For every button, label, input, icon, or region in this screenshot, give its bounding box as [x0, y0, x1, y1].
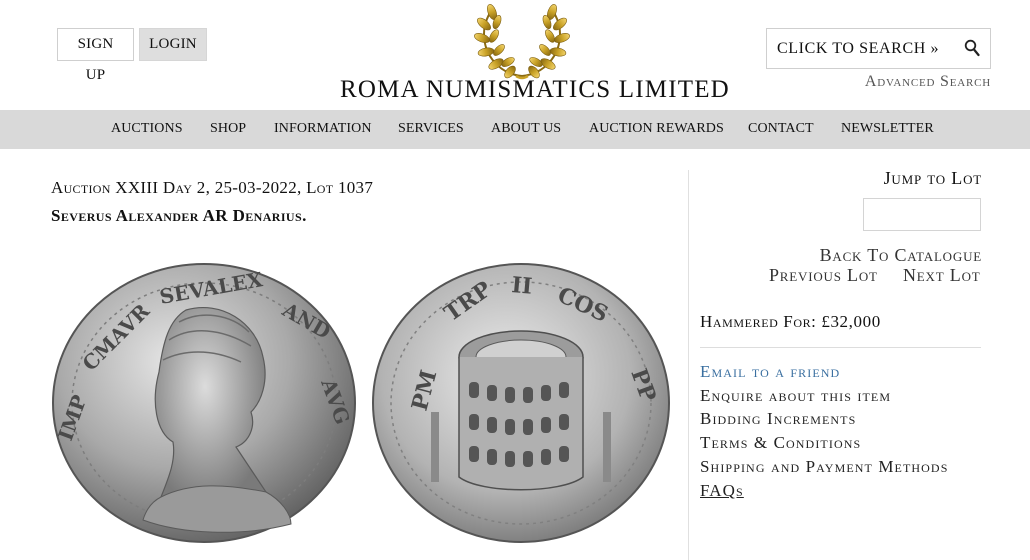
coin-reverse-image[interactable]: PM TRP II COS PP	[371, 262, 671, 544]
sidebar-divider	[700, 347, 981, 348]
site-logo-text[interactable]: ROMA NUMISMATICS LIMITED	[340, 76, 729, 104]
nav-item-newsletter[interactable]: NEWSLETTER	[841, 121, 934, 137]
lot-name: Severus Alexander AR Denarius.	[51, 206, 307, 225]
nav-item-information[interactable]: INFORMATION	[274, 121, 372, 137]
back-to-catalogue-link[interactable]: Back To Catalogue	[760, 245, 982, 266]
coin-obverse-image[interactable]: IMP CMAVR SEVALEX AND AVG	[51, 262, 357, 544]
svg-text:II: II	[510, 272, 533, 300]
lot-title: Auction XXIII Day 2, 25-03-2022, Lot 103…	[51, 178, 374, 197]
jump-to-lot-label: Jump to Lot	[883, 168, 982, 188]
search-icon	[964, 39, 980, 57]
login-button[interactable]: LOGIN	[139, 28, 207, 61]
search-button[interactable]: CLICK TO SEARCH »	[766, 28, 991, 69]
laurel-wreath-icon[interactable]	[470, 4, 574, 82]
enquire-item-link[interactable]: Enquire about this item	[700, 386, 891, 406]
bidding-increments-link[interactable]: Bidding Increments	[700, 409, 856, 429]
hammered-price: Hammered For: £32,000	[700, 312, 881, 331]
jump-to-lot-input[interactable]	[863, 198, 981, 231]
nav-item-auction-rewards[interactable]: AUCTION REWARDS	[589, 121, 724, 137]
nav-item-contact[interactable]: CONTACT	[748, 121, 814, 137]
main-nav: AUCTIONS SHOP INFORMATION SERVICES ABOUT…	[0, 110, 1030, 149]
next-lot-link[interactable]: Next Lot	[903, 265, 981, 286]
nav-item-auctions[interactable]: AUCTIONS	[111, 121, 183, 137]
nav-item-shop[interactable]: SHOP	[210, 121, 246, 137]
previous-lot-link[interactable]: Previous Lot	[769, 265, 878, 286]
site-header: SIGN UP LOGIN ROMA NUMISMATICS LIMITED C…	[0, 0, 1030, 110]
faqs-link[interactable]: FAQs	[700, 481, 744, 501]
search-label: CLICK TO SEARCH »	[777, 40, 940, 57]
email-friend-link[interactable]: Email to a friend	[700, 362, 840, 382]
nav-item-about-us[interactable]: ABOUT US	[491, 121, 561, 137]
terms-conditions-link[interactable]: Terms & Conditions	[700, 433, 861, 453]
sign-up-button[interactable]: SIGN UP	[57, 28, 134, 83]
shipping-payment-link[interactable]: Shipping and Payment Methods	[700, 457, 948, 477]
nav-item-services[interactable]: SERVICES	[398, 121, 464, 137]
advanced-search-link[interactable]: Advanced Search	[766, 73, 991, 91]
column-divider	[688, 170, 689, 560]
